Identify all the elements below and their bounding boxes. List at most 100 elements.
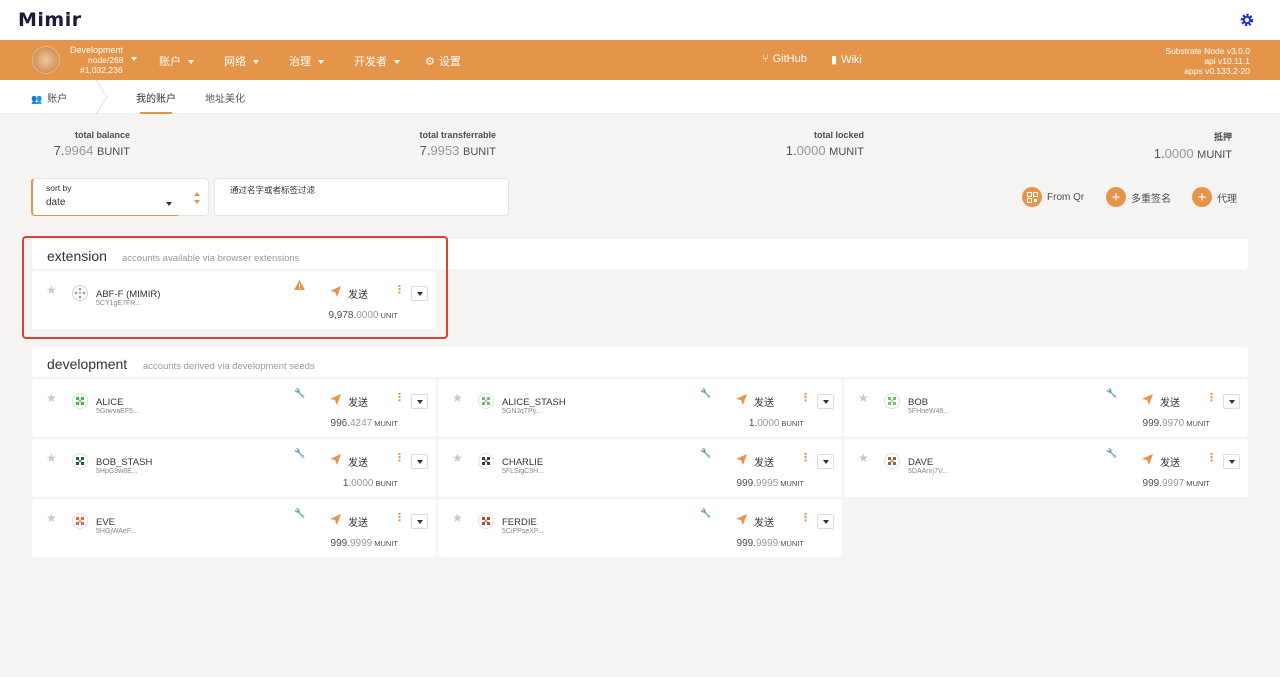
send-button[interactable]: 发送	[348, 394, 368, 409]
account-address[interactable]: 5HGjWAeF...	[96, 528, 136, 535]
settings-icon: ⚙	[425, 56, 435, 68]
wrench-icon[interactable]: 🔧	[294, 508, 305, 519]
expand-dropdown-button[interactable]	[411, 514, 428, 529]
send-icon	[330, 514, 341, 525]
sort-direction-icon[interactable]	[193, 191, 201, 205]
more-options-icon[interactable]: ⋮	[800, 393, 811, 404]
nav-wiki[interactable]: ▮ Wiki	[831, 53, 862, 66]
account-card: ★ ALICE_STASH 5GNJqTPy... 🔧 发送 ⋮ 1.0000 BUNIT	[438, 379, 842, 437]
account-balance: 1.0000 BUNIT	[342, 478, 398, 489]
tab-my-accounts[interactable]: 我的账户	[136, 90, 176, 105]
more-options-icon[interactable]: ⋮	[394, 513, 405, 524]
account-balance: 1.0000 BUNIT	[748, 418, 804, 429]
breadcrumb-label: 账户	[47, 94, 68, 105]
app-logo[interactable]: Mimir	[18, 9, 82, 31]
wrench-icon[interactable]: 🔧	[294, 388, 305, 399]
filter-input[interactable]: 通过名字或者标签过滤	[214, 178, 509, 216]
wrench-icon[interactable]: 🔧	[700, 388, 711, 399]
more-options-icon[interactable]: ⋮	[800, 513, 811, 524]
expand-dropdown-button[interactable]	[817, 454, 834, 469]
chain-logo[interactable]	[32, 46, 60, 74]
more-options-icon[interactable]: ⋮	[394, 393, 405, 404]
star-icon[interactable]: ★	[858, 391, 869, 405]
account-card: ★ DAVE 5DAAnrj7V... 🔧 发送 ⋮ 999.9997 MUNIT	[844, 439, 1248, 497]
tab-address-beautify[interactable]: 地址美化	[205, 90, 245, 105]
apps-version: apps v0.133.2-20	[1184, 66, 1250, 76]
sort-label: sort by	[46, 183, 72, 193]
expand-dropdown-button[interactable]	[411, 454, 428, 469]
identicon-avatar[interactable]	[72, 393, 88, 409]
star-icon[interactable]: ★	[452, 391, 463, 405]
account-address[interactable]: 5FHneW46...	[908, 408, 949, 415]
qr-icon	[1022, 187, 1042, 207]
nav-network[interactable]: 网络	[224, 53, 259, 69]
nav-github[interactable]: ⑂ GitHub	[762, 53, 807, 65]
nav-developer[interactable]: 开发者	[354, 53, 400, 69]
expand-dropdown-button[interactable]	[817, 394, 834, 409]
more-options-icon[interactable]: ⋮	[1206, 393, 1217, 404]
star-icon[interactable]: ★	[46, 391, 57, 405]
account-address[interactable]: 5DAAnrj7V...	[908, 468, 948, 475]
wrench-icon[interactable]: 🔧	[1106, 388, 1117, 399]
nav-github-label: GitHub	[772, 53, 807, 65]
send-button[interactable]: 发送	[754, 394, 774, 409]
nav-accounts[interactable]: 账户	[159, 53, 194, 69]
expand-dropdown-button[interactable]	[817, 514, 834, 529]
send-button[interactable]: 发送	[348, 454, 368, 469]
send-icon	[1142, 394, 1153, 405]
chain-name[interactable]: Development	[70, 45, 123, 55]
send-button[interactable]: 发送	[1160, 394, 1180, 409]
sort-select[interactable]: sort by date	[31, 178, 209, 216]
summary-value: 7.9953 BUNIT	[419, 143, 496, 158]
account-card: ★ FERDIE 5CiPPseXP... 🔧 发送 ⋮ 999.9999 MUNIT	[438, 499, 842, 557]
identicon-avatar[interactable]	[478, 393, 494, 409]
plus-icon: +	[1192, 187, 1212, 207]
identicon-avatar[interactable]	[72, 453, 88, 469]
top-bar: Mimir	[0, 0, 1280, 40]
star-icon[interactable]: ★	[452, 451, 463, 465]
star-icon[interactable]: ★	[452, 511, 463, 525]
account-address[interactable]: 5HpG9w8E...	[96, 468, 138, 475]
expand-dropdown-button[interactable]	[1223, 394, 1240, 409]
expand-dropdown-button[interactable]	[411, 394, 428, 409]
identicon-avatar[interactable]	[478, 513, 494, 529]
send-button[interactable]: 发送	[1160, 454, 1180, 469]
summary-label: 抵押	[1213, 132, 1232, 142]
send-icon	[330, 394, 341, 405]
block-number: #1,032,236	[80, 65, 123, 75]
account-address[interactable]: 5FLSigC9H...	[502, 468, 544, 475]
more-options-icon[interactable]: ⋮	[1206, 453, 1217, 464]
group-description: accounts derived via development seeds	[143, 361, 315, 372]
star-icon[interactable]: ★	[46, 451, 57, 465]
identicon-avatar[interactable]	[884, 453, 900, 469]
multisig-button[interactable]: + 多重签名	[1106, 187, 1171, 207]
star-icon[interactable]: ★	[858, 451, 869, 465]
star-icon[interactable]: ★	[46, 511, 57, 525]
account-address[interactable]: 5GNJqTPy...	[502, 408, 542, 415]
version-info: Substrate Node v3.0.0 api v10.11.1 apps …	[1165, 46, 1250, 76]
wrench-icon[interactable]: 🔧	[700, 448, 711, 459]
identicon-avatar[interactable]	[478, 453, 494, 469]
account-address[interactable]: 5CiPPseXP...	[502, 528, 544, 535]
wrench-icon[interactable]: 🔧	[1106, 448, 1117, 459]
wrench-icon[interactable]: 🔧	[294, 448, 305, 459]
highlight-box	[22, 236, 448, 339]
chevron-down-icon[interactable]	[131, 57, 137, 61]
expand-dropdown-button[interactable]	[1223, 454, 1240, 469]
send-button[interactable]: 发送	[754, 514, 774, 529]
identicon-avatar[interactable]	[72, 513, 88, 529]
nav-developer-label: 开发者	[354, 56, 387, 68]
nav-settings[interactable]: ⚙ 设置	[425, 53, 461, 69]
wrench-icon[interactable]: 🔧	[700, 508, 711, 519]
send-button[interactable]: 发送	[348, 514, 368, 529]
identicon-avatar[interactable]	[884, 393, 900, 409]
gear-icon[interactable]	[1239, 12, 1255, 28]
plus-icon: +	[1106, 187, 1126, 207]
account-address[interactable]: 5GrwvaEF5...	[96, 408, 139, 415]
nav-governance[interactable]: 治理	[289, 53, 324, 69]
from-qr-button[interactable]: From Qr	[1022, 187, 1084, 207]
more-options-icon[interactable]: ⋮	[800, 453, 811, 464]
send-button[interactable]: 发送	[754, 454, 774, 469]
more-options-icon[interactable]: ⋮	[394, 453, 405, 464]
proxy-button[interactable]: + 代理	[1192, 187, 1237, 207]
